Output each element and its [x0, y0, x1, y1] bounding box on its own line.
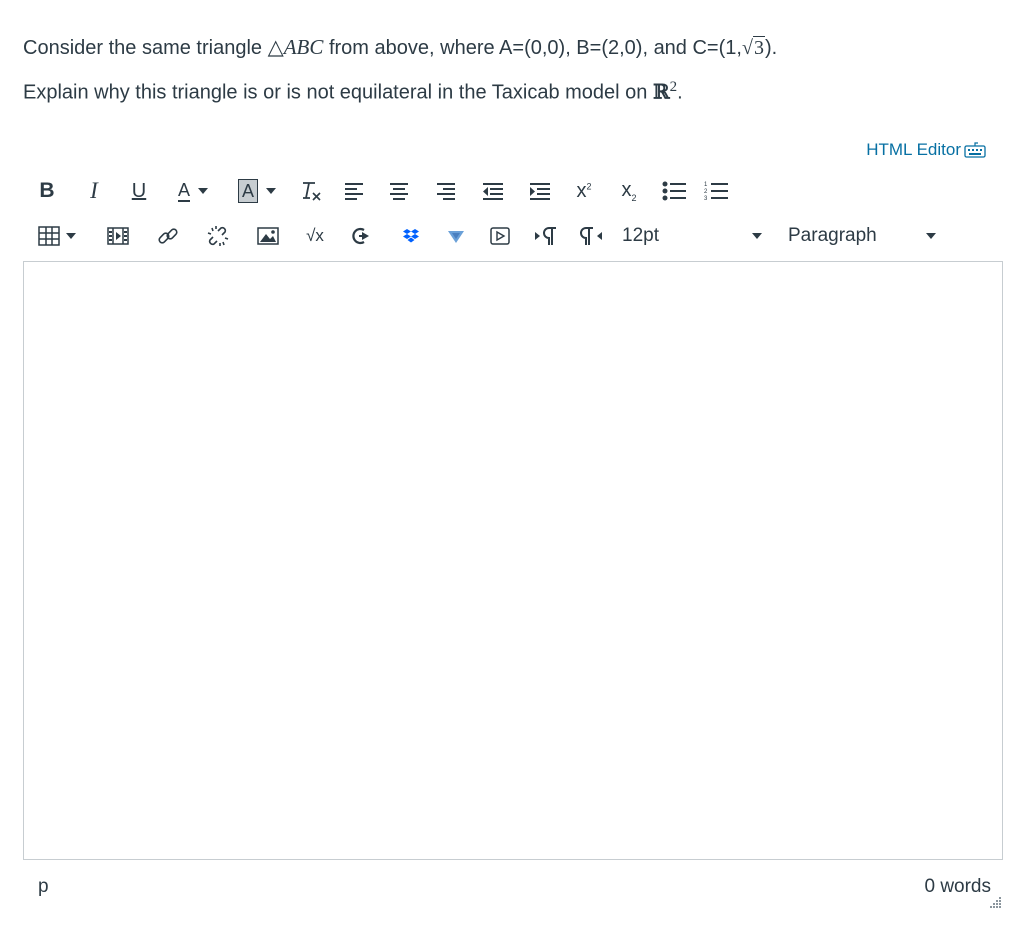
media-icon: [107, 227, 129, 245]
font-size-select[interactable]: 12pt: [610, 218, 766, 254]
chevron-down-icon: [752, 233, 762, 239]
background-color-button[interactable]: A: [226, 173, 288, 209]
clear-formatting-icon: [303, 182, 321, 201]
embed-arrow-icon: [352, 227, 369, 245]
question-text-part: .: [677, 81, 683, 104]
word-count: 0 words: [924, 876, 991, 897]
keyboard-icon: [964, 142, 986, 158]
equation-button[interactable]: √x: [290, 218, 340, 254]
align-left-button[interactable]: [334, 173, 376, 209]
rtl-paragraph-icon: [580, 227, 602, 245]
align-right-icon: [437, 183, 455, 200]
bold-button[interactable]: B: [24, 173, 70, 209]
table-button[interactable]: [24, 218, 90, 254]
video-player-icon: [490, 227, 510, 245]
question-text-part: from above, where A=(0,0), B=(2,0), and …: [323, 37, 742, 59]
chevron-down-icon: [926, 233, 936, 239]
rich-text-editor-area[interactable]: [23, 261, 1003, 860]
bullet-list-icon: [662, 181, 686, 201]
table-icon: [38, 226, 60, 246]
text-color-icon: A: [177, 180, 190, 202]
chevron-down-icon: [66, 233, 76, 239]
triangle-name: ABC: [283, 35, 324, 59]
block-format-select[interactable]: Paragraph: [766, 218, 936, 254]
question-line-2: Explain why this triangle is or is not e…: [23, 68, 1003, 113]
link-icon: [158, 228, 178, 244]
superscript-button[interactable]: x2: [562, 173, 606, 209]
question-text-part: Explain why this triangle is or is not e…: [23, 81, 653, 104]
italic-button[interactable]: I: [70, 173, 118, 209]
svg-text:1: 1: [704, 182, 708, 188]
bold-label: B: [39, 179, 55, 202]
html-editor-label: HTML Editor: [866, 140, 961, 159]
italic-label: I: [90, 178, 98, 203]
align-right-button[interactable]: [422, 173, 468, 209]
bullet-list-button[interactable]: [652, 173, 696, 209]
superscript-label: x: [576, 179, 587, 202]
set-exponent: 2: [669, 79, 678, 95]
subscript-label: x: [621, 179, 632, 201]
ltr-paragraph-icon: [535, 227, 556, 245]
align-center-icon: [390, 183, 408, 200]
real-set-symbol: ℝ: [652, 79, 670, 104]
align-center-button[interactable]: [376, 173, 422, 209]
media-button[interactable]: [90, 218, 146, 254]
underline-button[interactable]: U: [118, 173, 160, 209]
svg-text:3: 3: [704, 196, 708, 202]
numbered-list-button[interactable]: 123: [696, 173, 736, 209]
sqrt-icon: √x: [306, 226, 324, 245]
question-text-part: Consider the same triangle: [23, 37, 268, 59]
unlink-icon: [207, 226, 229, 246]
editor-toolbar-row-2: √x 12pt Paragraph: [24, 216, 1004, 256]
chevron-down-icon: [266, 188, 276, 194]
indent-button[interactable]: [516, 173, 562, 209]
subscript-button[interactable]: x2: [606, 173, 652, 209]
underline-label: U: [131, 179, 147, 202]
text-color-button[interactable]: A: [160, 173, 226, 209]
numbered-list-icon: 123: [704, 182, 728, 202]
rtl-button[interactable]: [570, 218, 610, 254]
svg-text:2: 2: [704, 189, 708, 195]
triangle-symbol: △: [267, 35, 284, 59]
chevron-down-icon: [198, 188, 208, 194]
sqrt-expression: √3: [741, 36, 765, 59]
superscript-icon: x2: [576, 179, 592, 202]
image-button[interactable]: [246, 218, 290, 254]
question-text-part: ).: [764, 37, 778, 59]
subscript-icon: x2: [621, 179, 637, 203]
outdent-icon: [483, 183, 503, 200]
resize-handle-icon[interactable]: [988, 896, 1002, 910]
image-icon: [257, 227, 279, 245]
font-size-value: 12pt: [622, 225, 659, 246]
dropbox-icon: [403, 229, 419, 243]
unlink-button[interactable]: [190, 218, 246, 254]
ltr-button[interactable]: [524, 218, 570, 254]
vimeo-button[interactable]: [436, 218, 476, 254]
align-left-icon: [345, 183, 363, 200]
background-color-icon: A: [237, 179, 258, 203]
video-button[interactable]: [476, 218, 524, 254]
embed-button[interactable]: [340, 218, 386, 254]
clear-formatting-button[interactable]: [288, 173, 334, 209]
editor-toolbar-row-1: B I U A A x2 x2 123: [24, 171, 1004, 211]
dropbox-button[interactable]: [386, 218, 436, 254]
vimeo-icon: [448, 231, 464, 243]
question-text: Consider the same triangle △ABC from abo…: [23, 28, 1003, 113]
element-path[interactable]: p: [38, 876, 49, 898]
outdent-button[interactable]: [468, 173, 516, 209]
question-line-1: Consider the same triangle △ABC from abo…: [23, 28, 1003, 68]
sqrt-radicand: 3: [752, 36, 765, 59]
html-editor-link[interactable]: HTML Editor: [866, 140, 986, 160]
block-format-value: Paragraph: [788, 225, 877, 246]
link-button[interactable]: [146, 218, 190, 254]
indent-icon: [530, 183, 550, 200]
